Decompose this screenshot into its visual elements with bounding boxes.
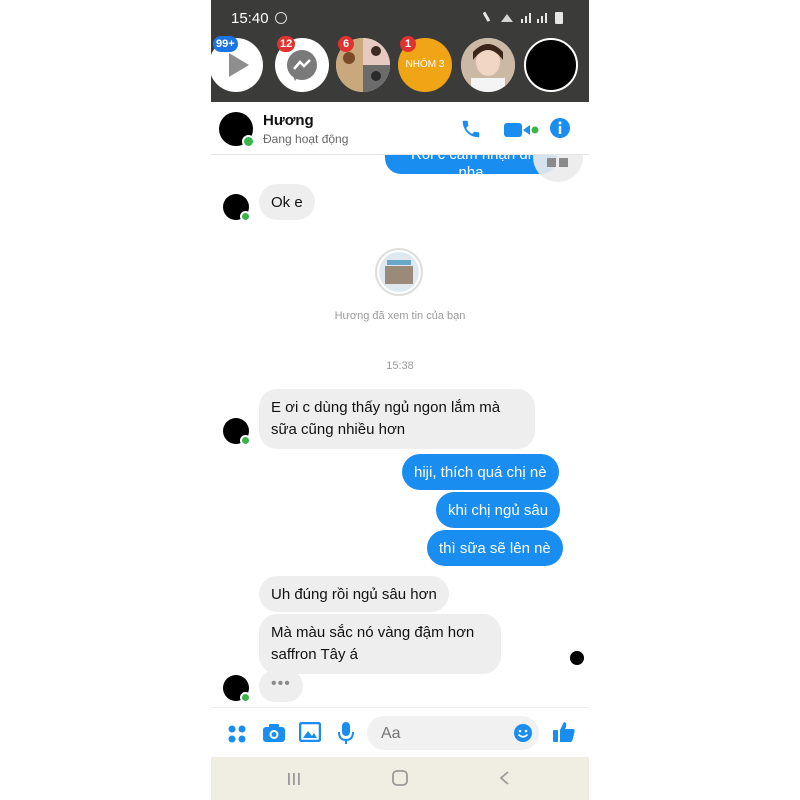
gallery-icon[interactable] bbox=[299, 722, 321, 742]
online-indicator bbox=[242, 135, 255, 148]
phone-call-icon[interactable] bbox=[460, 118, 482, 140]
chat-heads-strip: 99+ 12 6 NHÓM 3 1 bbox=[211, 36, 589, 102]
typing-dots: ••• bbox=[271, 675, 291, 692]
group-label: NHÓM 3 bbox=[405, 59, 445, 70]
home-icon[interactable] bbox=[391, 769, 409, 787]
badge-count: 12 bbox=[277, 36, 296, 52]
conversation-header: Hương Đang hoạt động bbox=[211, 102, 589, 155]
online-indicator bbox=[240, 435, 251, 446]
message-input-pill[interactable] bbox=[367, 716, 539, 750]
apps-icon[interactable] bbox=[227, 724, 247, 744]
incoming-message[interactable]: Mà màu sắc nó vàng đậm hơn saffron Tây á bbox=[259, 614, 501, 674]
story-thumbnail[interactable] bbox=[375, 248, 423, 296]
message-composer bbox=[211, 707, 589, 758]
chat-head-person[interactable] bbox=[461, 38, 515, 92]
microphone-icon[interactable] bbox=[338, 721, 354, 745]
status-time: 15:40 bbox=[231, 10, 269, 27]
emoji-icon[interactable] bbox=[513, 723, 533, 743]
outgoing-message[interactable]: khi chị ngủ sâu bbox=[436, 492, 561, 528]
back-icon[interactable] bbox=[497, 770, 511, 786]
camera-icon[interactable] bbox=[262, 722, 286, 744]
outgoing-message[interactable]: thì sữa sẽ lên nè bbox=[427, 530, 563, 566]
incoming-message[interactable]: Uh đúng rồi ngủ sâu hơn bbox=[259, 576, 449, 612]
message-text: thì sữa sẽ lên nè bbox=[439, 540, 551, 557]
message-text: Ok e bbox=[271, 194, 303, 211]
badge-count: 99+ bbox=[213, 36, 238, 52]
message-text: Uh đúng rồi ngủ sâu hơn bbox=[271, 586, 437, 603]
active-status: Đang hoạt động bbox=[263, 132, 349, 146]
recent-apps-icon[interactable] bbox=[286, 771, 302, 787]
message-timestamp: 15:38 bbox=[386, 360, 414, 372]
message-text: E ơi c dùng thấy ngủ ngon lắm mà sữa cũn… bbox=[271, 399, 501, 438]
chat-head-redacted[interactable] bbox=[524, 38, 578, 92]
seen-indicator-dot bbox=[570, 651, 584, 665]
video-call-icon[interactable] bbox=[503, 120, 539, 140]
typing-indicator: ••• bbox=[259, 670, 303, 702]
badge-count: 6 bbox=[338, 36, 354, 52]
story-seen-notice: Hương đã xem tin của bạn bbox=[334, 310, 466, 322]
info-icon[interactable] bbox=[549, 117, 571, 139]
sync-icon bbox=[275, 12, 287, 24]
online-indicator bbox=[240, 692, 251, 703]
thumbs-up-icon[interactable] bbox=[552, 720, 576, 744]
outgoing-message[interactable]: hiji, thích quá chị nè bbox=[402, 454, 559, 490]
message-text: hiji, thích quá chị nè bbox=[414, 464, 547, 481]
contact-name[interactable]: Hương bbox=[263, 112, 314, 129]
status-icons bbox=[483, 11, 563, 24]
phone-screen: 15:40 99+ 12 6 NHÓM 3 1 Hương Đang hoạt … bbox=[211, 0, 589, 800]
person-photo-avatar bbox=[461, 38, 515, 92]
message-text: Mà màu sắc nó vàng đậm hơn saffron Tây á bbox=[271, 624, 475, 663]
story-image bbox=[379, 252, 419, 292]
status-bar: 15:40 bbox=[211, 0, 589, 36]
incoming-message[interactable]: Ok e bbox=[259, 184, 315, 220]
online-indicator bbox=[240, 211, 251, 222]
incoming-message[interactable]: E ơi c dùng thấy ngủ ngon lắm mà sữa cũn… bbox=[259, 389, 535, 449]
message-input[interactable] bbox=[379, 723, 503, 745]
android-nav-bar bbox=[211, 757, 589, 800]
message-text: khi chị ngủ sâu bbox=[448, 502, 549, 519]
badge-count: 1 bbox=[400, 36, 416, 52]
message-list: Rồi c cảm nhận di nha Ok e Hương đã xem … bbox=[211, 132, 589, 707]
